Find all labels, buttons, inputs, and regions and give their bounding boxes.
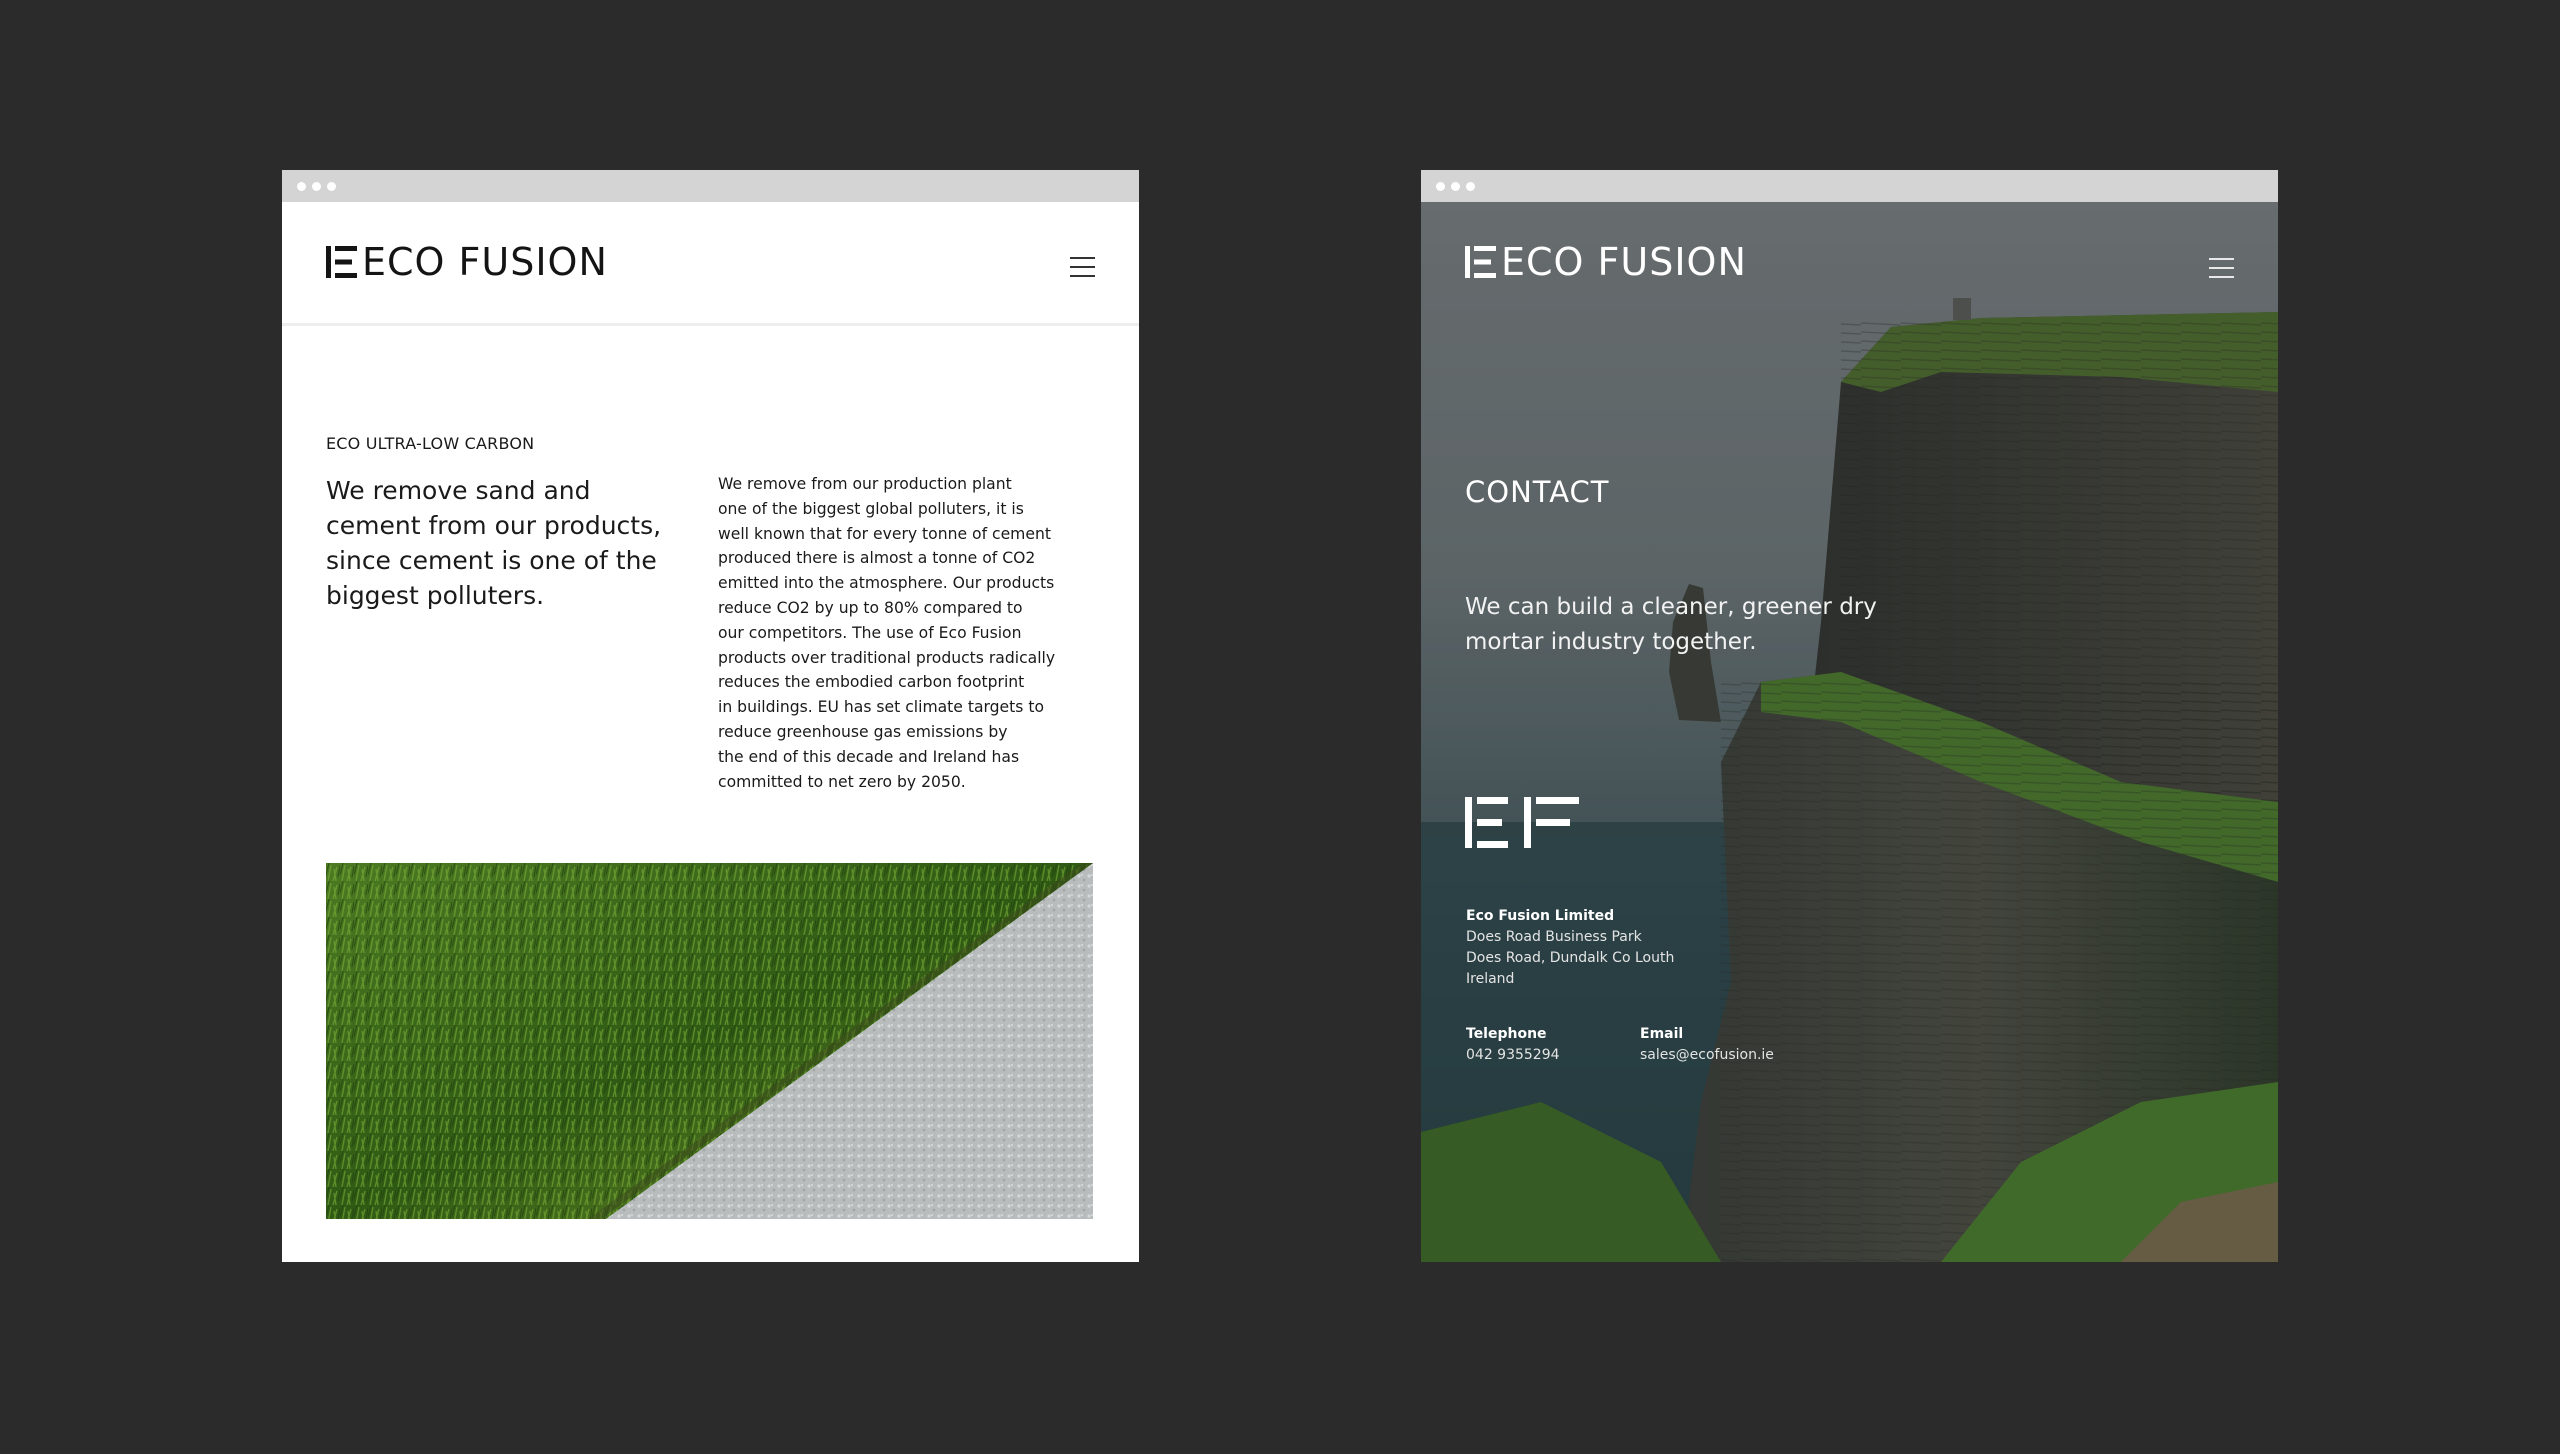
company-name: Eco Fusion Limited [1466,908,1615,924]
hamburger-menu-icon[interactable] [1070,257,1095,277]
telephone-link[interactable]: 042 9355294 [1466,1045,1560,1066]
browser-window-right: ECO FUSION CONTACT We can build a cleane… [1421,170,2278,1262]
address-line: Does Road, Dundalk Co Louth [1466,950,1675,966]
window-dot[interactable] [327,182,336,191]
email-label: Email [1640,1026,1684,1042]
email-link[interactable]: sales@ecofusion.ie [1640,1045,1774,1066]
section-headline: We remove sand and cement from our produ… [326,476,662,610]
browser-window-left: ECO FUSION ECO ULTRA-LOW CARBON We remov… [282,170,1139,1262]
section-body-text: We remove from our production plant one … [718,475,1056,791]
window-dot[interactable] [1466,182,1475,191]
window-dot[interactable] [1436,182,1445,191]
hamburger-menu-icon[interactable] [2209,258,2234,278]
browser-titlebar [282,170,1139,202]
window-dot[interactable] [312,182,321,191]
grass-concrete-image [326,863,1093,1219]
browser-titlebar [1421,170,2278,202]
logo-e-mark-icon [1465,246,1496,278]
ef-logo-mark-icon [1465,797,1579,848]
address-line: Ireland [1466,971,1515,987]
page-title: CONTACT [1465,475,1610,509]
brand-logo[interactable]: ECO FUSION [1465,242,1747,282]
section-eyebrow: ECO ULTRA-LOW CARBON [326,434,535,453]
telephone-label: Telephone [1466,1026,1547,1042]
telephone-block: Telephone 042 9355294 [1466,1024,1560,1066]
contact-tagline: We can build a cleaner, greener dry mort… [1465,594,1877,655]
window-dot[interactable] [1451,182,1460,191]
site-header: ECO FUSION [282,202,1139,326]
logo-e-mark-icon [326,246,357,278]
cliffs-background-image [1421,202,2278,1262]
company-address: Eco Fusion Limited Does Road Business Pa… [1466,906,1674,990]
brand-logo-text: ECO FUSION [362,240,608,284]
address-line: Does Road Business Park [1466,929,1642,945]
brand-logo[interactable]: ECO FUSION [326,242,608,282]
brand-logo-text: ECO FUSION [1501,240,1747,284]
email-block: Email sales@ecofusion.ie [1640,1024,1774,1066]
window-dot[interactable] [297,182,306,191]
